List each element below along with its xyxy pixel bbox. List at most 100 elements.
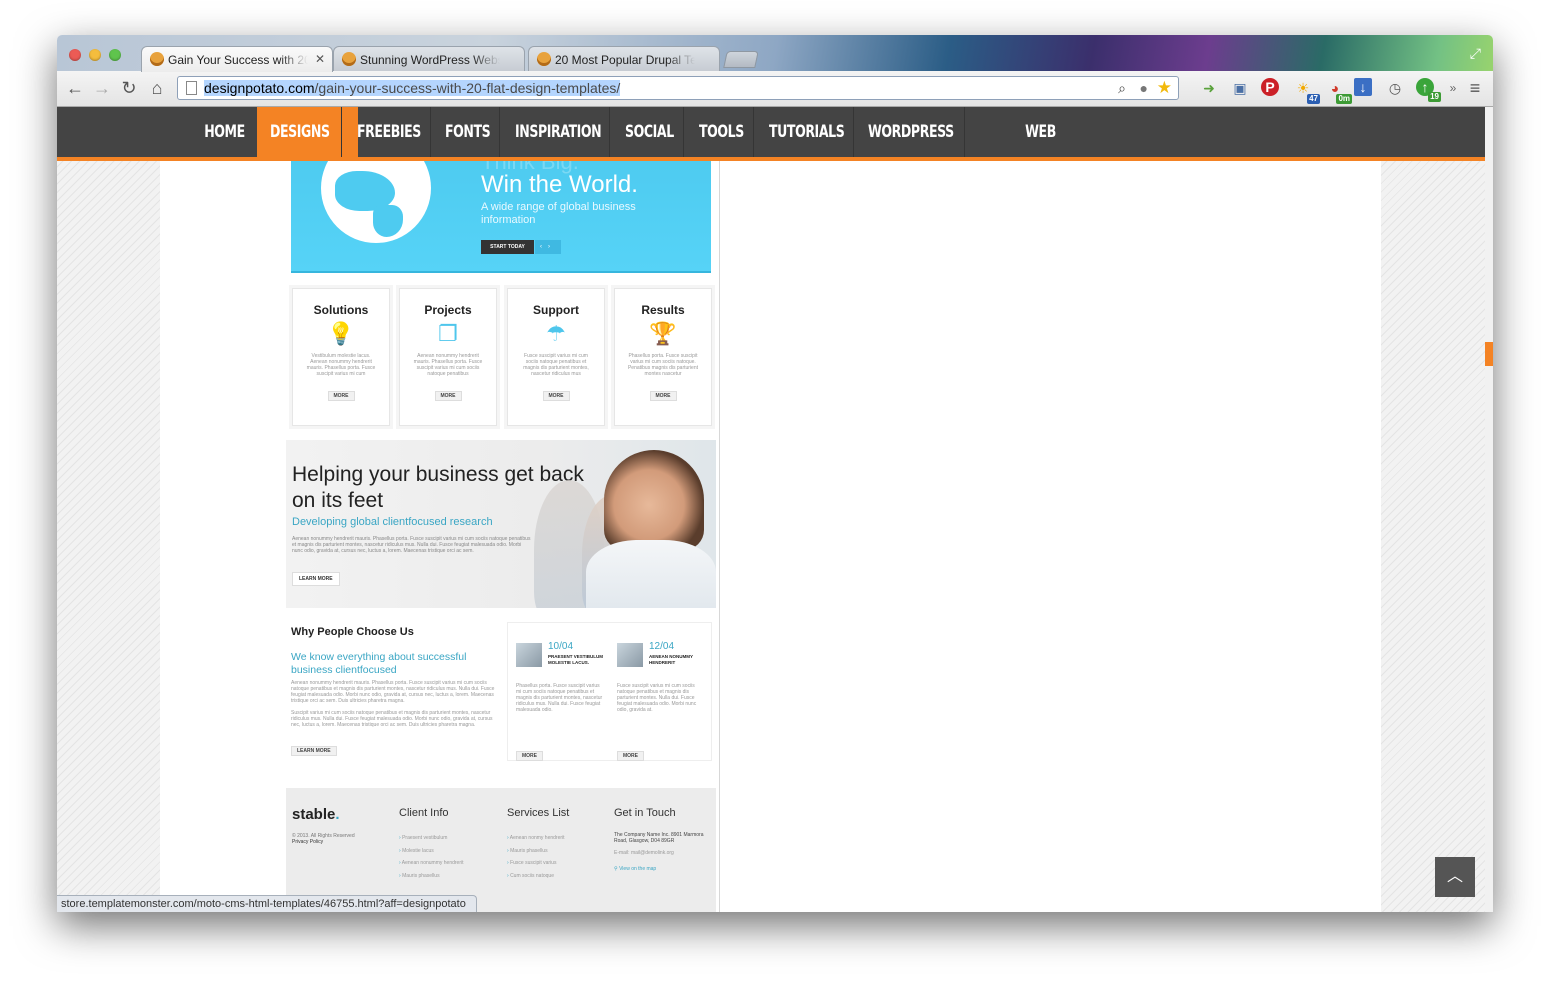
page-scrollbar[interactable] bbox=[1485, 107, 1493, 912]
close-tab-icon[interactable]: ✕ bbox=[315, 52, 325, 66]
slider-arrows[interactable]: ‹› bbox=[535, 240, 561, 254]
news-title: PRAESENT VESTIBULUM MOLESTIE LACUS. bbox=[548, 654, 604, 665]
more-button[interactable]: MORE bbox=[327, 391, 355, 401]
footer-link[interactable]: Cum sociis natoque bbox=[507, 870, 565, 883]
tab-stunning-wordpress[interactable]: Stunning WordPress Websi bbox=[333, 46, 525, 71]
news-text: Fusce suscipit varius mi cum sociis nato… bbox=[617, 683, 697, 713]
more-button[interactable]: MORE bbox=[617, 751, 644, 761]
lightbulb-icon[interactable]: ● bbox=[1140, 80, 1148, 96]
send-icon[interactable]: ➜ bbox=[1199, 78, 1219, 98]
weather-icon[interactable]: ☀ 47 bbox=[1293, 78, 1320, 104]
feature-projects: Projects ❐ Aenean nonummy hendrerit maur… bbox=[399, 288, 497, 426]
footer-link[interactable]: Praesent vestibulum bbox=[399, 832, 464, 845]
more-extensions-icon[interactable]: » bbox=[1443, 78, 1463, 98]
back-to-top-button[interactable]: ︿ bbox=[1435, 857, 1475, 897]
feature-title: Solutions bbox=[313, 303, 369, 317]
chevron-up-icon: ︿ bbox=[1446, 868, 1463, 885]
nav-item-freebies[interactable]: FREEBIES bbox=[357, 107, 421, 157]
globe-icon bbox=[321, 161, 431, 243]
client-info-list: Praesent vestibulum Molestie lacus Aenea… bbox=[399, 832, 464, 882]
more-button[interactable]: MORE bbox=[516, 751, 543, 761]
nav-item-tools[interactable]: TOOLS bbox=[699, 107, 744, 157]
trophy-icon: 🏆 bbox=[649, 321, 677, 346]
url-text[interactable]: designpotato.com/gain-your-success-with-… bbox=[204, 80, 621, 96]
privacy-link[interactable]: Privacy Policy bbox=[292, 839, 355, 845]
learn-more-button[interactable]: LEARN MORE bbox=[291, 746, 337, 756]
footer-link[interactable]: Aenean nonmy hendrerit bbox=[507, 832, 565, 845]
browser-window: Gain Your Success with 20 ✕ Stunning Wor… bbox=[57, 35, 1493, 912]
map-link[interactable]: ⚲ View on the map bbox=[614, 866, 710, 872]
page-viewport: Think Big. Win the World. A wide range o… bbox=[57, 107, 1493, 912]
news-box: 10/04 PRAESENT VESTIBULUM MOLESTIE LACUS… bbox=[507, 622, 712, 761]
more-button[interactable]: MORE bbox=[434, 391, 462, 401]
back-arrow-icon[interactable]: ← bbox=[65, 78, 85, 99]
nav-item-tutorials[interactable]: TUTORIALS bbox=[769, 107, 845, 157]
learn-more-button[interactable]: LEARN MORE bbox=[292, 572, 340, 586]
feature-title: Results bbox=[641, 303, 685, 317]
template-hero: Think Big. Win the World. A wide range o… bbox=[291, 161, 711, 273]
logo-text: stable bbox=[292, 806, 336, 823]
nav-item-social[interactable]: SOCIAL bbox=[625, 107, 674, 157]
nav-item-designs[interactable]: DESIGNS bbox=[257, 107, 358, 157]
search-zoom-icon[interactable]: ⌕ bbox=[1118, 80, 1126, 97]
more-button[interactable]: MORE bbox=[649, 391, 677, 401]
feature-text: Fusce suscipit varius mi cum sociis nato… bbox=[523, 353, 589, 377]
nav-item-wordpress[interactable]: WORDPRESS bbox=[868, 107, 954, 157]
map-link-text: View on the map bbox=[619, 866, 657, 872]
tab-title: Stunning WordPress Websi bbox=[360, 53, 500, 67]
feature-solutions: Solutions 💡 Vestibulum molestie lacus. A… bbox=[292, 288, 390, 426]
nav-label: DESIGNS bbox=[270, 122, 330, 142]
window-icon[interactable]: ▣ bbox=[1230, 78, 1250, 98]
close-window-button[interactable] bbox=[69, 49, 81, 61]
why-text: Aenean nonummy hendrerit mauris. Phasell… bbox=[291, 680, 495, 704]
news-title: AENEAN NONUMMY HENDRERIT bbox=[649, 654, 693, 665]
menu-icon[interactable]: ≡ bbox=[1465, 78, 1485, 98]
minimize-window-button[interactable] bbox=[89, 49, 101, 61]
businessman-face-image bbox=[604, 450, 704, 550]
zoom-window-button[interactable] bbox=[109, 49, 121, 61]
more-button[interactable]: MORE bbox=[542, 391, 570, 401]
scroll-thumb[interactable] bbox=[1485, 342, 1493, 366]
start-today-button[interactable]: START TODAY bbox=[481, 240, 534, 254]
feature-support: Support ☂ Fusce suscipit varius mi cum s… bbox=[507, 288, 605, 426]
clock-icon[interactable]: ◷ bbox=[1385, 78, 1405, 98]
download-icon[interactable]: ↓ bbox=[1354, 78, 1372, 96]
footer-link[interactable]: Fusce suscipit varius bbox=[507, 857, 565, 870]
nav-item-fonts[interactable]: FONTS bbox=[445, 107, 491, 157]
footer-logo: stable. bbox=[292, 806, 340, 823]
timer-icon[interactable]: ◕ 0m bbox=[1325, 78, 1352, 104]
reload-icon[interactable]: ↻ bbox=[119, 78, 139, 99]
why-heading: Why People Choose Us bbox=[291, 626, 414, 638]
nav-item-home[interactable]: HOME bbox=[204, 107, 245, 157]
client-info-heading: Client Info bbox=[399, 807, 449, 819]
hero-subtitle: A wide range of global business informat… bbox=[481, 201, 636, 226]
bookmark-star-icon[interactable]: ★ bbox=[1157, 78, 1172, 98]
feature-text: Phasellus porta. Fusce suscipit varius m… bbox=[627, 353, 699, 377]
nav-item-inspiration[interactable]: INSPIRATION bbox=[515, 107, 602, 157]
footer-link[interactable]: Mauris phasellus bbox=[507, 845, 565, 858]
new-tab-button[interactable] bbox=[723, 51, 759, 68]
tab-drupal-themes[interactable]: 20 Most Popular Drupal Te bbox=[528, 46, 720, 71]
pinterest-icon[interactable]: P bbox=[1261, 78, 1279, 96]
feature-results: Results 🏆 Phasellus porta. Fusce suscipi… bbox=[614, 288, 712, 426]
forward-arrow-icon[interactable]: → bbox=[92, 78, 112, 99]
email-text: E-mail: mail@demolink.org bbox=[614, 850, 674, 856]
template-footer: stable. © 2013. All Rights Reserved Priv… bbox=[286, 788, 716, 912]
promo-text: Aenean nonummy hendrerit mauris. Phasell… bbox=[292, 536, 531, 554]
url-host: designpotato.com bbox=[204, 80, 315, 96]
tab-gain-your-success[interactable]: Gain Your Success with 20 ✕ bbox=[141, 46, 333, 72]
why-choose-section: Why People Choose Us We know everything … bbox=[286, 622, 716, 772]
footer-link[interactable]: Molestie lacus bbox=[399, 845, 464, 858]
promo-section: Helping your business get back on its fe… bbox=[286, 440, 716, 608]
nav-item-web-development[interactable]: WEB DEVELOPMENT bbox=[979, 107, 1102, 192]
evernote-icon[interactable]: ↑ 19 bbox=[1416, 78, 1441, 102]
feature-title: Support bbox=[533, 303, 579, 317]
address-bar[interactable]: designpotato.com/gain-your-success-with-… bbox=[177, 76, 1179, 100]
contact-heading: Get in Touch bbox=[614, 807, 676, 819]
home-icon[interactable]: ⌂ bbox=[147, 78, 167, 99]
documents-icon: ❐ bbox=[438, 321, 458, 346]
fullscreen-icon[interactable]: ⤢ bbox=[1470, 45, 1481, 62]
footer-link[interactable]: Mauris phasellus bbox=[399, 870, 464, 883]
businessman-shirt-image bbox=[586, 540, 716, 608]
footer-link[interactable]: Aenean nonummy hendrerit bbox=[399, 857, 464, 870]
